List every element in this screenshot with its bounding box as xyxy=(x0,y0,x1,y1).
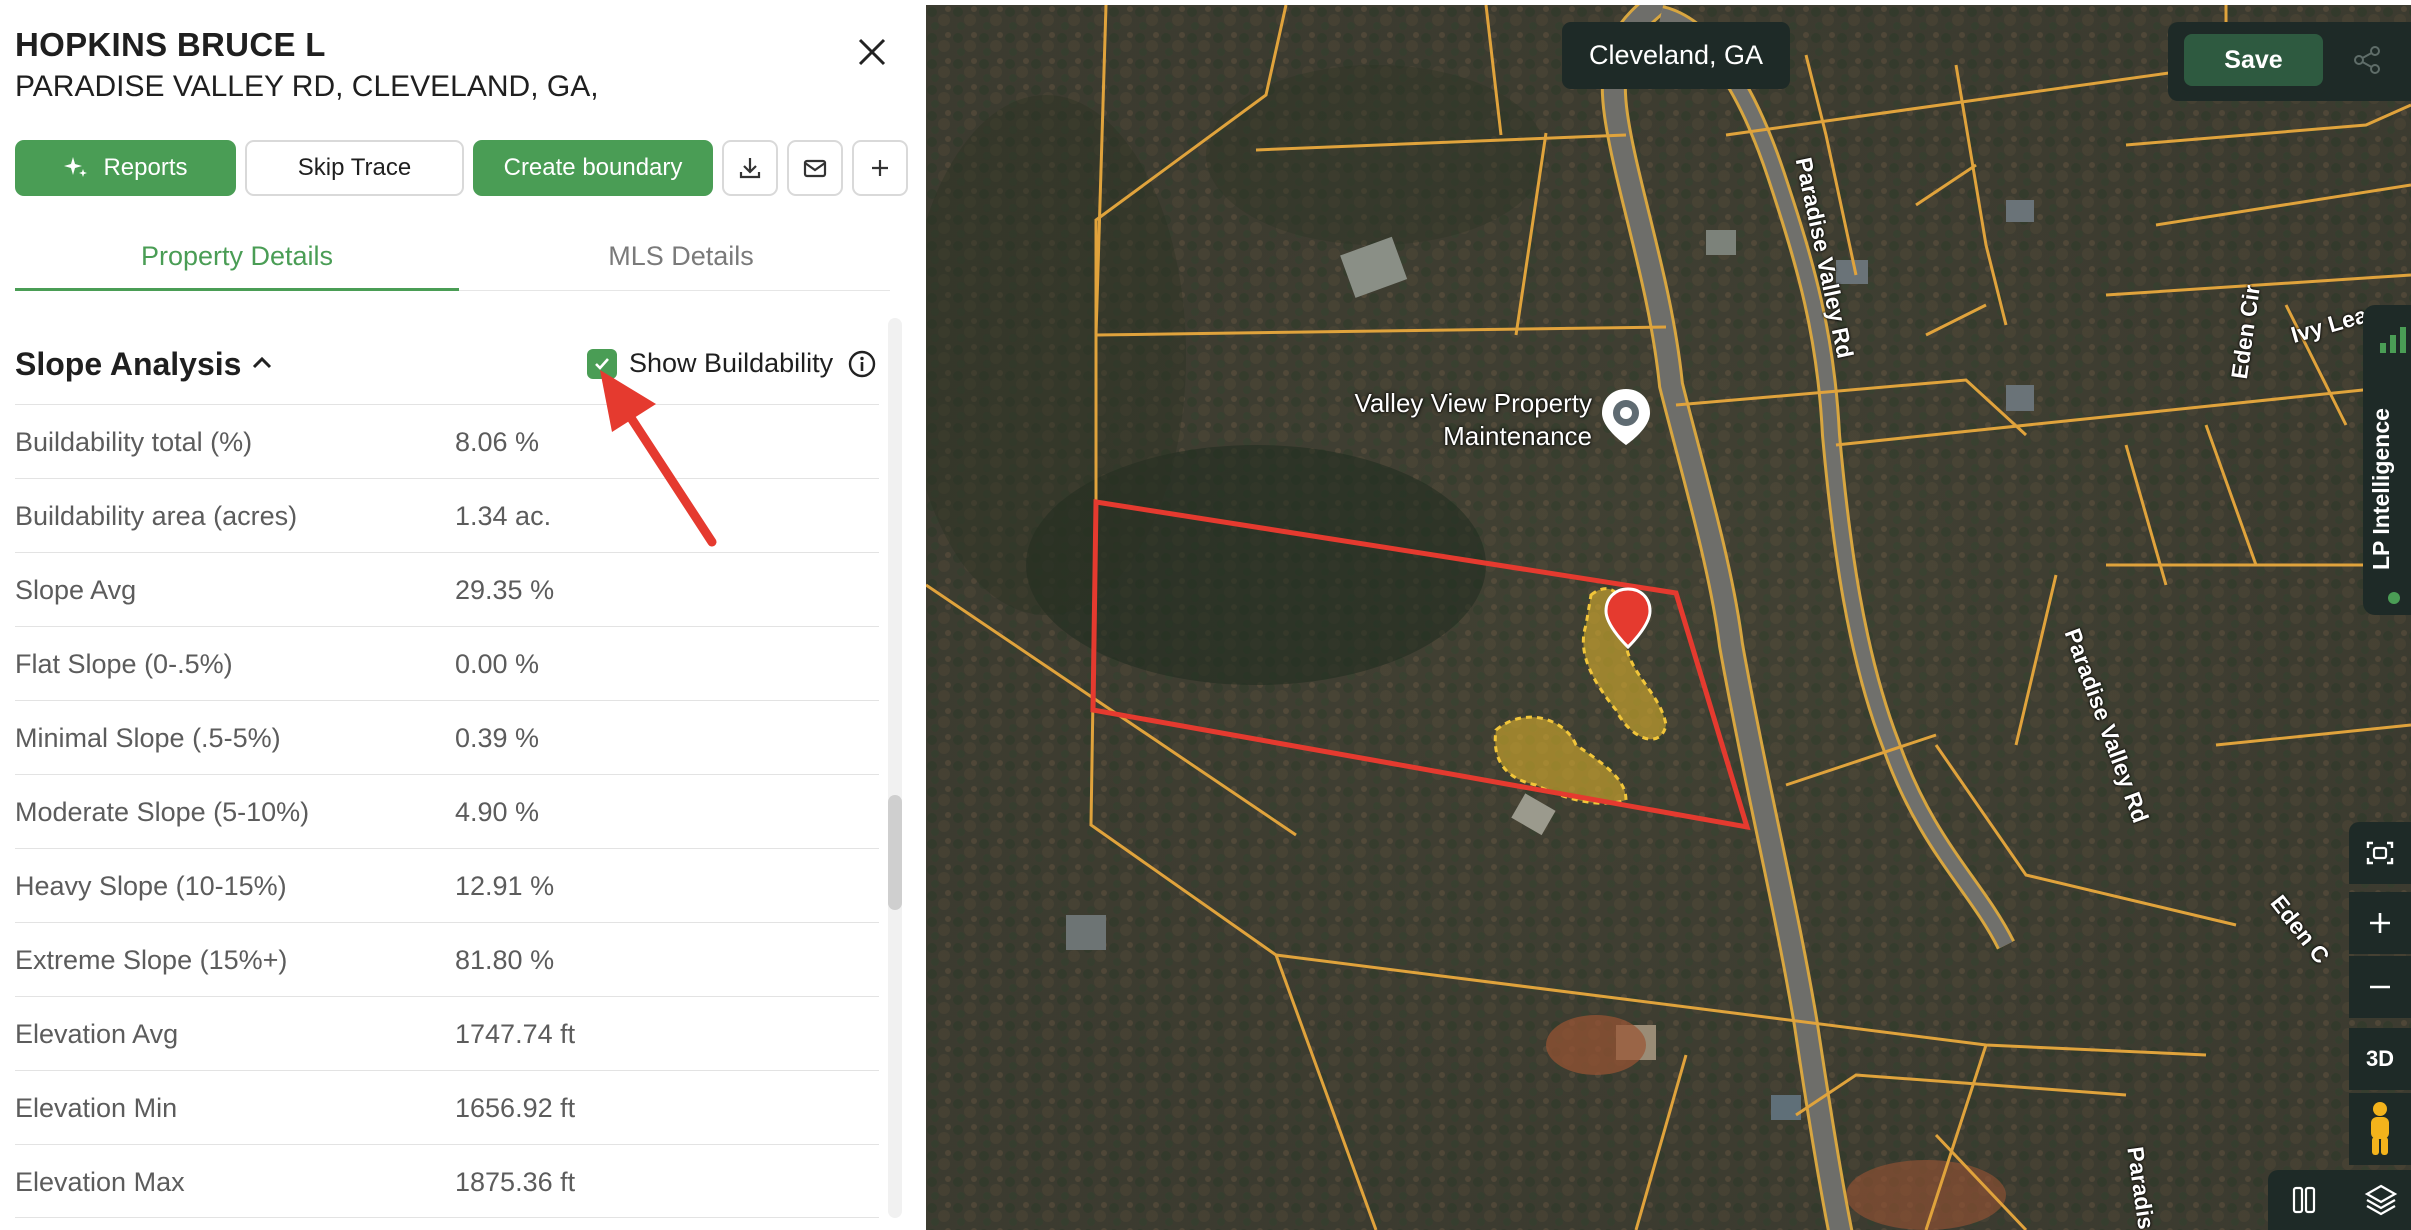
screenshot-icon xyxy=(2366,841,2394,865)
plus-icon xyxy=(872,160,888,176)
detail-tabs: Property Details MLS Details xyxy=(15,225,890,291)
download-button[interactable] xyxy=(722,140,778,196)
table-row: Elevation Avg 1747.74 ft xyxy=(15,996,879,1070)
show-buildability-label: Show Buildability xyxy=(629,348,834,378)
email-button[interactable] xyxy=(787,140,843,196)
table-row: Elevation Min 1656.92 ft xyxy=(15,1070,879,1144)
table-row: Heavy Slope (10-15%) 12.91 % xyxy=(15,848,879,922)
map-canvas[interactable] xyxy=(926,5,2411,1230)
row-value: 0.00 % xyxy=(455,649,540,679)
row-label: Buildability area (acres) xyxy=(15,501,298,531)
close-icon xyxy=(858,38,886,66)
table-row: Buildability area (acres) 1.34 ac. xyxy=(15,478,879,552)
view-3d-label: 3D xyxy=(2365,1046,2395,1071)
table-row: Slope Avg 29.35 % xyxy=(15,552,879,626)
chevron-up-icon[interactable] xyxy=(247,348,277,378)
row-label: Extreme Slope (15%+) xyxy=(15,945,288,975)
pegman-icon xyxy=(2371,1102,2389,1155)
table-row: Elevation Max 1875.36 ft xyxy=(15,1144,879,1218)
skip-trace-label: Skip Trace xyxy=(297,154,412,181)
skip-trace-button[interactable]: Skip Trace xyxy=(245,140,464,196)
layers-icon[interactable] xyxy=(2363,1182,2399,1218)
table-row: Minimal Slope (.5-5%) 0.39 % xyxy=(15,700,879,774)
zoom-in-button[interactable] xyxy=(2349,892,2411,954)
row-label: Buildability total (%) xyxy=(15,427,253,457)
row-label: Elevation Max xyxy=(15,1167,185,1197)
slope-analysis-header[interactable]: Slope Analysis Show Buildability xyxy=(15,340,879,404)
close-button[interactable] xyxy=(850,30,894,74)
scrollbar-track[interactable] xyxy=(888,318,902,1218)
reports-label: Reports xyxy=(103,154,188,181)
active-tab-indicator xyxy=(15,288,459,291)
save-toolbar: Save xyxy=(2168,22,2411,101)
street-view-button[interactable] xyxy=(2349,1093,2411,1165)
more-button[interactable] xyxy=(852,140,908,196)
zoom-out-icon xyxy=(2370,985,2390,989)
table-row: Flat Slope (0-.5%) 0.00 % xyxy=(15,626,879,700)
bars-icon xyxy=(2380,327,2406,353)
tab-mls-details[interactable]: MLS Details xyxy=(459,241,903,272)
view-3d-button[interactable]: 3D xyxy=(2349,1028,2411,1090)
mail-icon xyxy=(803,159,827,178)
row-label: Slope Avg xyxy=(15,575,137,605)
row-value: 1656.92 ft xyxy=(455,1093,576,1123)
lp-intelligence-label[interactable]: LP Intelligence xyxy=(2368,408,2395,570)
row-value: 1.34 ac. xyxy=(455,501,552,531)
row-value: 0.39 % xyxy=(455,723,540,753)
show-buildability-toggle[interactable]: Show Buildability xyxy=(587,348,877,379)
screenshot-button[interactable] xyxy=(2349,822,2411,884)
row-label: Moderate Slope (5-10%) xyxy=(15,797,310,827)
table-row: Extreme Slope (15%+) 81.80 % xyxy=(15,922,879,996)
poi-label[interactable]: Valley View Property Maintenance xyxy=(1324,387,1592,453)
zoom-in-icon xyxy=(2370,913,2390,933)
reports-button[interactable]: Reports xyxy=(15,140,236,196)
scrollbar-thumb[interactable] xyxy=(888,795,902,910)
property-marker-icon[interactable] xyxy=(1602,585,1654,651)
row-label: Elevation Avg xyxy=(15,1019,179,1049)
action-bar: Reports Skip Trace Create boundary xyxy=(15,140,908,196)
property-address: PARADISE VALLEY RD, CLEVELAND, GA, xyxy=(15,70,599,103)
owner-name: HOPKINS BRUCE L xyxy=(15,26,326,63)
map-bottom-toolbar xyxy=(2268,1170,2411,1230)
row-value: 29.35 % xyxy=(455,575,555,605)
check-icon xyxy=(595,357,609,370)
row-value: 8.06 % xyxy=(455,427,540,457)
place-pin-icon[interactable] xyxy=(1598,387,1654,449)
save-button[interactable]: Save xyxy=(2184,34,2323,86)
row-value: 81.80 % xyxy=(455,945,555,975)
row-label: Minimal Slope (.5-5%) xyxy=(15,723,281,753)
row-value: 1747.74 ft xyxy=(455,1019,576,1049)
location-chip: Cleveland, GA xyxy=(1562,22,1790,89)
satellite-map[interactable]: Paradise Valley Rd Paradise Valley Rd Ed… xyxy=(926,5,2411,1230)
create-boundary-button[interactable]: Create boundary xyxy=(473,140,713,196)
row-value: 12.91 % xyxy=(455,871,555,901)
slope-table: Buildability total (%) 8.06 % Buildabilit… xyxy=(15,404,879,1218)
download-icon xyxy=(739,158,761,179)
property-panel: HOPKINS BRUCE L PARADISE VALLEY RD, CLEV… xyxy=(0,0,926,1230)
info-icon[interactable] xyxy=(847,349,877,379)
section-title: Slope Analysis xyxy=(15,346,242,382)
ruler-icon[interactable] xyxy=(2288,1184,2320,1216)
create-boundary-label: Create boundary xyxy=(503,154,683,181)
zoom-out-button[interactable] xyxy=(2349,956,2411,1018)
row-label: Elevation Min xyxy=(15,1093,178,1123)
show-buildability-checkbox[interactable] xyxy=(587,348,617,379)
share-icon[interactable] xyxy=(2351,44,2383,76)
status-dot xyxy=(2388,592,2400,604)
tab-property-details[interactable]: Property Details xyxy=(15,241,459,272)
row-value: 4.90 % xyxy=(455,797,540,827)
row-label: Heavy Slope (10-15%) xyxy=(15,871,287,901)
table-row: Moderate Slope (5-10%) 4.90 % xyxy=(15,774,879,848)
sparkle-icon xyxy=(63,155,89,181)
table-row: Buildability total (%) 8.06 % xyxy=(15,404,879,478)
row-label: Flat Slope (0-.5%) xyxy=(15,649,233,679)
row-value: 1875.36 ft xyxy=(455,1167,576,1197)
